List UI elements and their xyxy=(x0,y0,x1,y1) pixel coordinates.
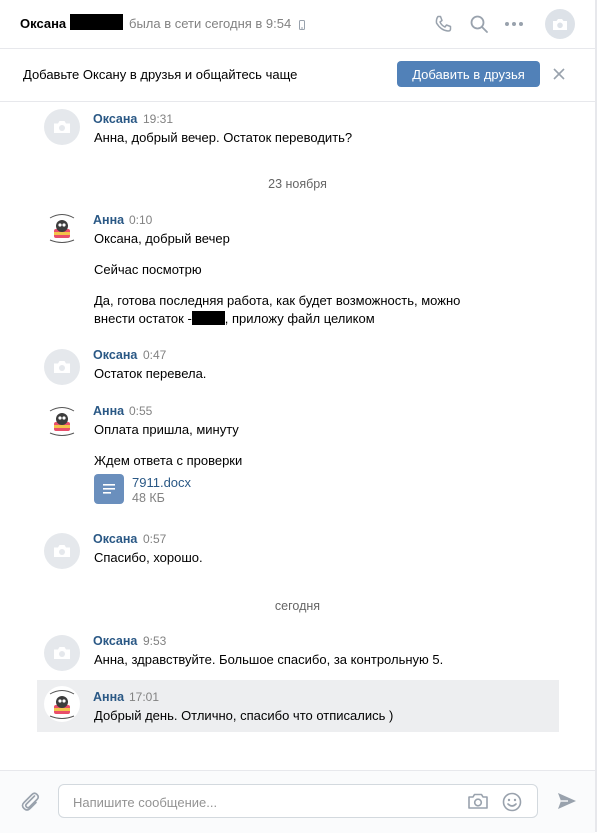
avatar[interactable] xyxy=(44,349,80,385)
date-separator: 23 ноября xyxy=(268,177,327,191)
message-time: 17:01 xyxy=(129,690,160,704)
add-friend-banner: Добавьте Оксану в друзья и общайтесь чащ… xyxy=(0,49,595,102)
redaction-box xyxy=(70,14,123,30)
emoji-icon[interactable] xyxy=(501,791,523,816)
message-text: Оксана, добрый вечер xyxy=(94,231,230,246)
message-history[interactable]: Оксана 19:31 Анна, добрый вечер. Остаток… xyxy=(0,102,595,770)
message-text: Добрый день. Отлично, спасибо что отписа… xyxy=(94,708,394,723)
message-author[interactable]: Оксана xyxy=(93,634,137,648)
message-author[interactable]: Анна xyxy=(93,690,124,704)
contact-name[interactable]: Оксана xyxy=(20,16,66,31)
message-text: Сейчас посмотрю xyxy=(94,262,202,277)
message: Оксана 19:31 Анна, добрый вечер. Остаток… xyxy=(37,104,559,148)
message-time: 0:55 xyxy=(129,404,153,418)
mobile-icon xyxy=(299,18,305,33)
document-icon[interactable] xyxy=(94,474,124,504)
message-input-box[interactable] xyxy=(58,784,538,819)
message-composer xyxy=(0,770,595,833)
message-text: Да, готова последняя работа, как будет в… xyxy=(94,293,461,308)
message-time: 19:31 xyxy=(143,112,174,126)
message-time: 0:10 xyxy=(129,213,153,227)
avatar[interactable] xyxy=(44,109,80,145)
avatar[interactable] xyxy=(44,403,80,439)
message-author[interactable]: Анна xyxy=(93,213,124,227)
paperclip-icon[interactable] xyxy=(19,790,41,815)
close-icon[interactable] xyxy=(552,67,566,84)
message-text: Анна, добрый вечер. Остаток переводить? xyxy=(94,130,353,145)
message-text: внести остаток - , приложу файл целиком xyxy=(94,310,375,327)
message-author[interactable]: Оксана xyxy=(93,532,137,546)
message-text: Спасибо, хорошо. xyxy=(94,550,203,565)
banner-text: Добавьте Оксану в друзья и общайтесь чащ… xyxy=(23,67,298,82)
message-author[interactable]: Оксана xyxy=(93,112,137,126)
message-text-part: внести остаток - xyxy=(94,311,192,326)
phone-icon[interactable] xyxy=(433,14,453,37)
chat-header: Оксана была в сети сегодня в 9:54 xyxy=(0,0,595,49)
message: Анна 0:10 Оксана, добрый вечер Сейчас по… xyxy=(37,207,559,327)
avatar[interactable] xyxy=(44,210,80,246)
avatar[interactable] xyxy=(44,533,80,569)
message-text: Анна, здравствуйте. Большое спасибо, за … xyxy=(94,652,444,667)
message-text-part: , приложу файл целиком xyxy=(224,311,375,326)
contact-avatar[interactable] xyxy=(545,9,575,39)
attachment-size: 48 КБ xyxy=(132,491,165,505)
date-separator: сегодня xyxy=(274,599,321,613)
message: Оксана 9:53 Анна, здравствуйте. Большое … xyxy=(37,630,559,674)
online-status: была в сети сегодня в 9:54 xyxy=(129,16,292,31)
add-friend-button[interactable]: Добавить в друзья xyxy=(397,61,540,87)
avatar[interactable] xyxy=(44,635,80,671)
message: Оксана 0:57 Спасибо, хорошо. xyxy=(37,528,559,572)
camera-icon[interactable] xyxy=(467,791,489,814)
message: Оксана 0:47 Остаток перевела. xyxy=(37,344,559,388)
search-icon[interactable] xyxy=(469,14,489,37)
message-time: 9:53 xyxy=(143,634,167,648)
attachment-name[interactable]: 7911.docx xyxy=(132,475,191,490)
message-text: Оплата пришла, минуту xyxy=(94,422,239,437)
message-author[interactable]: Оксана xyxy=(93,348,137,362)
chat-window: Оксана была в сети сегодня в 9:54 Добавь… xyxy=(0,0,597,833)
send-icon[interactable] xyxy=(556,791,578,814)
redaction-box xyxy=(191,311,225,325)
message-input[interactable] xyxy=(71,785,455,819)
message-text: Остаток перевела. xyxy=(94,366,207,381)
message-text: Ждем ответа с проверки xyxy=(94,453,243,468)
message-time: 0:57 xyxy=(143,532,167,546)
message-time: 0:47 xyxy=(143,348,167,362)
avatar[interactable] xyxy=(44,686,80,722)
more-icon[interactable] xyxy=(503,14,525,37)
message-highlighted: Анна 17:01 Добрый день. Отлично, спасибо… xyxy=(37,680,559,732)
message-author[interactable]: Анна xyxy=(93,404,124,418)
